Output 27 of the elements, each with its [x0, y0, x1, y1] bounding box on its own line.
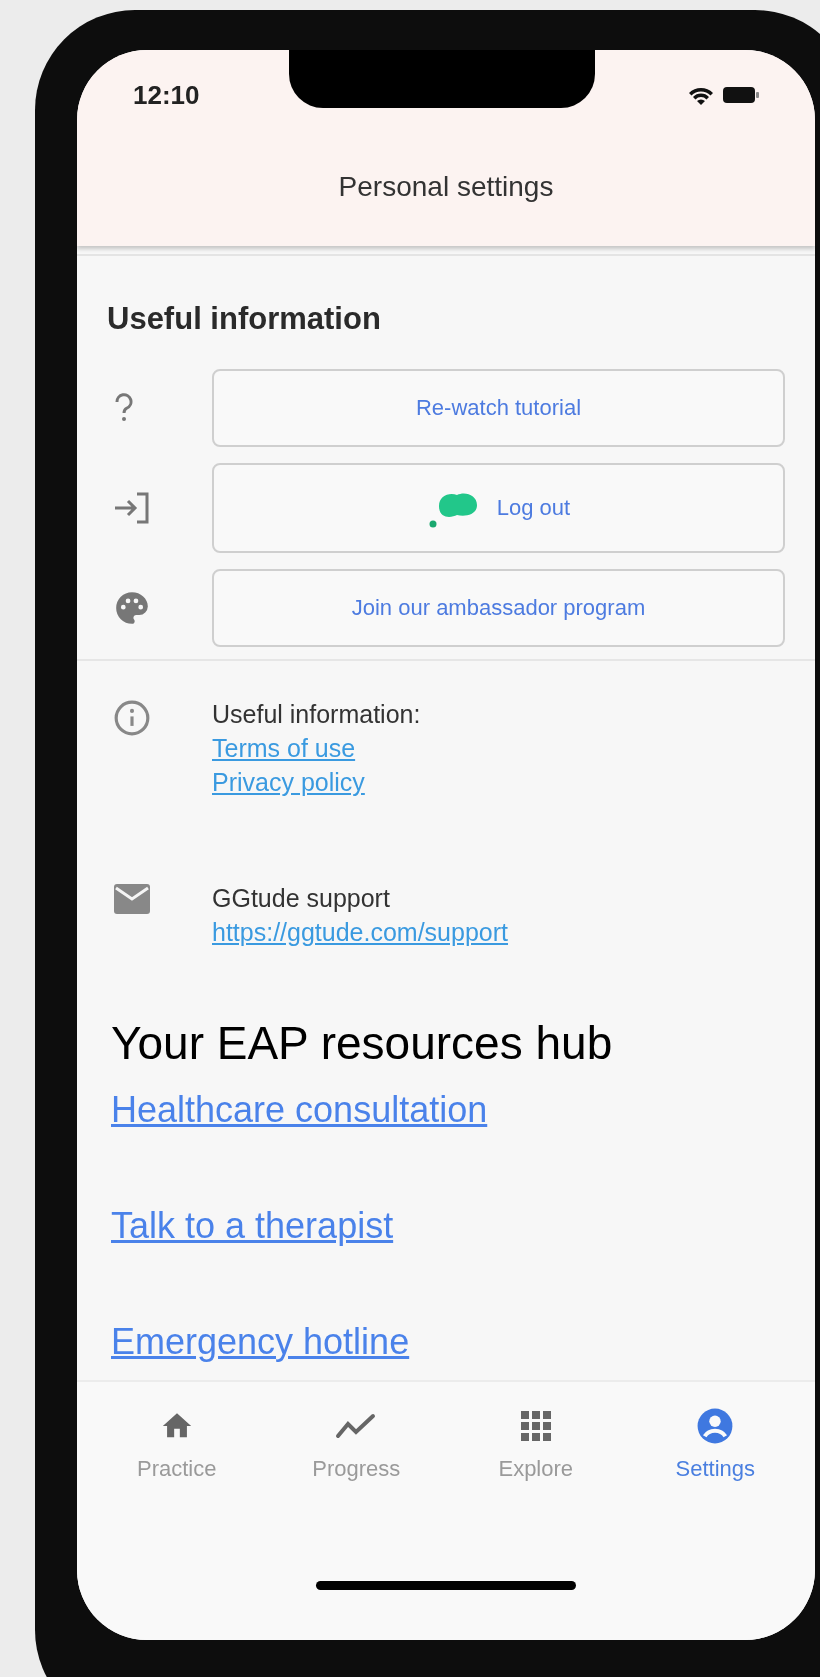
mail-icon	[113, 882, 151, 915]
link[interactable]: Emergency hotline	[111, 1318, 410, 1365]
nav-tab[interactable]: Explore	[460, 1406, 611, 1485]
link[interactable]: Talk to a therapist	[111, 1202, 394, 1249]
nav-tab[interactable]: Progress	[281, 1406, 432, 1485]
section-heading: Useful information	[107, 300, 382, 338]
section-heading: Your EAP resources hub	[111, 1015, 614, 1071]
outline-button[interactable]: Log out	[212, 462, 785, 553]
status-time: 12:10	[133, 78, 200, 112]
info-label: GGtude support	[212, 882, 390, 914]
grid-icon	[519, 1410, 552, 1442]
info-icon	[113, 698, 151, 737]
battery-icon	[723, 86, 759, 104]
link[interactable]: https://ggtude.com/support	[212, 914, 508, 949]
link[interactable]: Privacy policy	[212, 764, 365, 799]
info-label: Useful information:	[212, 698, 421, 730]
nav-tab[interactable]: Settings	[640, 1406, 791, 1485]
trend-line-icon	[335, 1412, 378, 1440]
outline-button[interactable]: Join our ambassador program	[212, 568, 785, 647]
question-mark-icon	[113, 392, 135, 423]
screen-title: Personal settings	[338, 170, 554, 204]
account-icon	[696, 1407, 735, 1445]
nav-tab[interactable]: Practice	[101, 1406, 252, 1485]
link[interactable]: Terms of use	[212, 730, 356, 765]
link[interactable]: Healthcare consultation	[111, 1086, 488, 1133]
login-icon	[113, 490, 151, 525]
outline-button[interactable]: Re-watch tutorial	[212, 368, 785, 447]
